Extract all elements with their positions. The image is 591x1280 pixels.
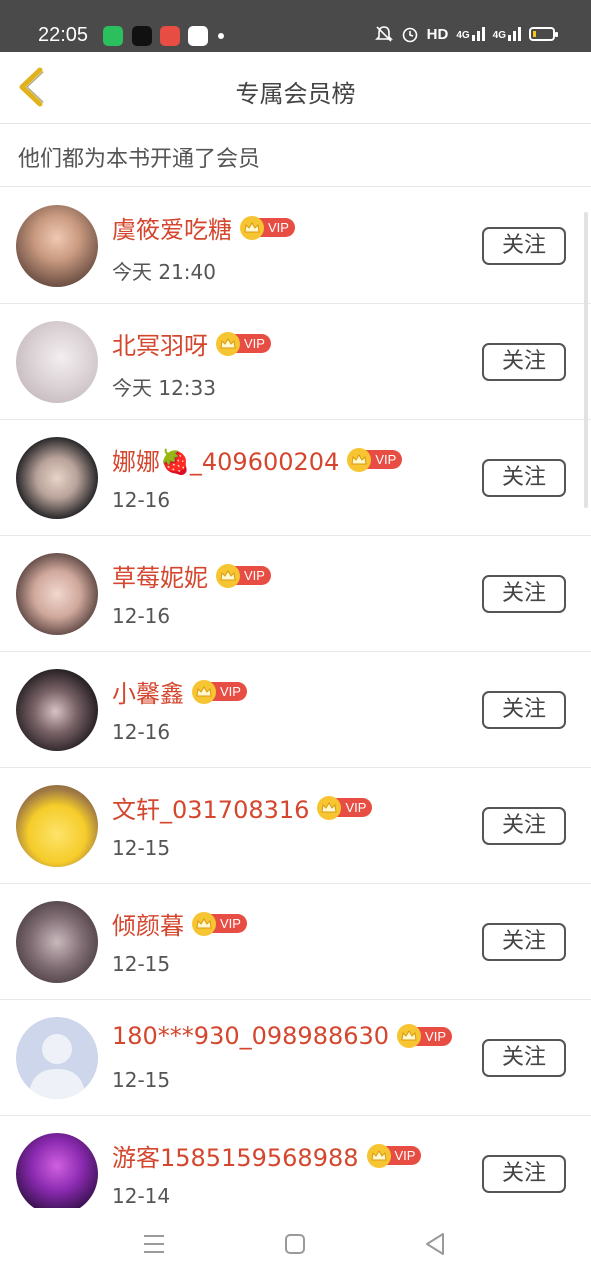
crown-icon — [317, 795, 342, 820]
notice-banner: 他们都为本书开通了会员 — [0, 125, 591, 187]
join-date: 12-14 — [112, 1184, 171, 1208]
list-item[interactable]: 文轩_031708316 VIP 12-15 关注 — [0, 768, 591, 884]
join-date: 12-16 — [112, 604, 171, 628]
vip-badge: VIP — [192, 679, 247, 704]
vip-badge: VIP — [317, 795, 373, 820]
follow-button[interactable]: 关注 — [482, 575, 566, 613]
join-date: 12-15 — [112, 836, 171, 860]
avatar[interactable] — [16, 1133, 98, 1208]
crown-icon — [192, 679, 216, 704]
member-name[interactable]: 游客1585159568988 — [112, 1138, 359, 1173]
home-icon[interactable] — [284, 1233, 306, 1255]
follow-button[interactable]: 关注 — [482, 459, 566, 497]
status-bar: 22:05 HD 4G 4G — [0, 0, 591, 52]
avatar[interactable] — [16, 669, 98, 751]
follow-button[interactable]: 关注 — [482, 807, 566, 845]
member-name[interactable]: 文轩_031708316 — [112, 790, 309, 825]
follow-button[interactable]: 关注 — [482, 1155, 566, 1193]
status-time: 22:05 — [38, 24, 89, 46]
list-item[interactable]: 娜娜🍓_409600204 VIP 12-16 关注 — [0, 420, 591, 536]
follow-button[interactable]: 关注 — [482, 923, 566, 961]
avatar[interactable] — [16, 553, 98, 635]
network-type: HD — [426, 25, 449, 43]
crown-icon — [192, 911, 216, 936]
crown-icon — [347, 447, 372, 472]
avatar[interactable] — [16, 901, 98, 983]
member-name[interactable]: 草莓妮妮 — [112, 558, 208, 593]
join-date: 12-15 — [112, 1068, 171, 1092]
avatar[interactable] — [16, 1017, 98, 1099]
avatar[interactable] — [16, 321, 98, 403]
list-item[interactable]: 180***930_098988630 VIP 12-15 关注 — [0, 1000, 591, 1116]
music-app-icon — [160, 26, 180, 46]
default-avatar-icon — [28, 1034, 86, 1099]
avatar[interactable] — [16, 785, 98, 867]
battery-icon — [529, 27, 558, 41]
vip-badge: VIP — [216, 563, 271, 588]
member-name[interactable]: 娜娜🍓_409600204 — [112, 442, 339, 477]
top-app-bar: 专属会员榜 — [0, 52, 591, 124]
join-date: 12-16 — [112, 488, 171, 512]
page-title: 专属会员榜 — [235, 80, 356, 108]
join-date: 12-15 — [112, 952, 171, 976]
crown-icon — [216, 563, 240, 588]
follow-button[interactable]: 关注 — [482, 343, 566, 381]
member-name[interactable]: 倾颜暮 — [112, 906, 184, 941]
list-item[interactable]: 草莓妮妮 VIP 12-16 关注 — [0, 536, 591, 652]
notice-text: 他们都为本书开通了会员 — [18, 147, 261, 172]
member-name[interactable]: 虞筱爱吃糖 — [112, 210, 232, 245]
vip-badge: VIP — [347, 447, 403, 472]
join-date: 12-16 — [112, 720, 171, 744]
avatar[interactable] — [16, 437, 98, 519]
video-app-icon — [132, 26, 152, 46]
crown-icon — [397, 1024, 422, 1048]
list-item[interactable]: 小馨鑫 VIP 12-16 关注 — [0, 652, 591, 768]
member-name[interactable]: 180***930_098988630 — [112, 1022, 389, 1050]
follow-button[interactable]: 关注 — [482, 691, 566, 729]
vip-badge: VIP — [216, 331, 271, 356]
notification-muted-icon — [374, 26, 393, 42]
app-notification-icon — [103, 26, 123, 46]
signal-icon-2: 4G — [493, 27, 521, 41]
list-item[interactable]: 虞筱爱吃糖 VIP 今天 21:40 关注 — [0, 188, 591, 304]
video-player-icon — [188, 26, 208, 46]
crown-icon — [366, 1143, 391, 1168]
member-name[interactable]: 小馨鑫 — [112, 674, 184, 709]
avatar[interactable] — [16, 205, 98, 287]
join-date: 今天 21:40 — [112, 260, 216, 284]
back-icon[interactable] — [424, 1232, 446, 1256]
member-list[interactable]: 虞筱爱吃糖 VIP 今天 21:40 关注 北冥羽呀 VIP 今天 12:33 … — [0, 188, 591, 1208]
vip-badge: VIP — [366, 1143, 422, 1168]
member-name[interactable]: 北冥羽呀 — [112, 326, 208, 361]
crown-icon — [216, 331, 240, 356]
list-item[interactable]: 游客1585159568988 VIP 12-14 关注 — [0, 1116, 591, 1208]
vip-badge: VIP — [397, 1024, 453, 1048]
vip-badge: VIP — [192, 911, 247, 936]
list-item[interactable]: 倾颜暮 VIP 12-15 关注 — [0, 884, 591, 1000]
vip-badge: VIP — [240, 215, 295, 240]
scrollbar[interactable] — [584, 212, 588, 508]
more-notifications-icon — [218, 33, 224, 39]
signal-icon: 4G — [456, 27, 485, 41]
join-date: 今天 12:33 — [112, 376, 216, 400]
menu-icon[interactable] — [143, 1233, 165, 1255]
list-item[interactable]: 北冥羽呀 VIP 今天 12:33 关注 — [0, 304, 591, 420]
alarm-icon — [402, 27, 417, 43]
follow-button[interactable]: 关注 — [482, 1039, 566, 1077]
crown-icon — [240, 215, 264, 240]
system-nav-bar — [0, 1208, 591, 1280]
follow-button[interactable]: 关注 — [482, 227, 566, 265]
